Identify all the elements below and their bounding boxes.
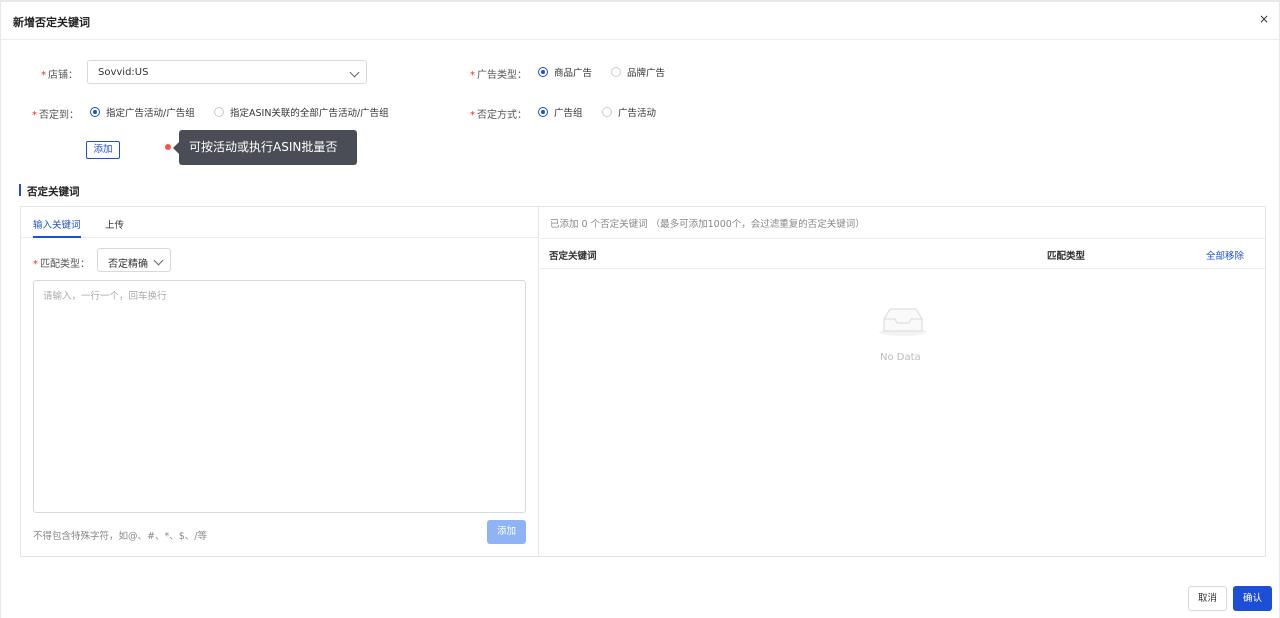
column-header-match-type: 匹配类型	[1047, 251, 1086, 262]
tab-input-keywords[interactable]: 输入关键词	[33, 217, 81, 231]
input-hint: 不得包含特殊字符，如@、#、*、$、/等	[33, 531, 207, 542]
radio-unchecked-icon	[602, 107, 612, 117]
section-title: 否定关键词	[27, 186, 80, 198]
radio-unchecked-icon	[214, 107, 224, 117]
keywords-textarea[interactable]: 请输入，一行一个，回车换行	[33, 280, 526, 513]
notification-dot-icon	[165, 144, 171, 150]
empty-inbox-icon	[879, 308, 927, 336]
input-tabs: 输入关键词 上传	[21, 207, 539, 238]
ad-type-radio-brand[interactable]: 品牌广告	[611, 65, 665, 79]
keyword-panel: 输入关键词 上传 * 匹配类型： 否定精确 请输入，一行一个，回车换行 不得包含特…	[20, 206, 1266, 557]
ad-type-radio-product[interactable]: 商品广告	[538, 65, 592, 79]
match-type-select[interactable]: 否定精确	[97, 248, 171, 272]
negate-to-radio-asin[interactable]: 指定ASIN关联的全部广告活动/广告组	[214, 105, 389, 119]
negate-to-radio-campaign[interactable]: 指定广告活动/广告组	[90, 105, 195, 119]
match-type-value: 否定精确	[108, 259, 148, 270]
empty-state-text: No Data	[880, 352, 921, 363]
add-negative-keyword-dialog: 新增否定关键词 × * 店铺： Sovvid:US * 广告类型： 商品广告 品牌广…	[0, 0, 1280, 618]
close-icon[interactable]: ×	[1259, 12, 1269, 26]
input-panel: 输入关键词 上传 * 匹配类型： 否定精确 请输入，一行一个，回车换行 不得包含特…	[21, 207, 539, 556]
cancel-button[interactable]: 取消	[1188, 586, 1227, 611]
dialog-header: 新增否定关键词 ×	[1, 2, 1279, 40]
negate-to-label: * 否定到：	[32, 110, 79, 121]
negate-method-radio-campaign[interactable]: 广告活动	[602, 105, 656, 119]
table-header: 否定关键词 匹配类型 全部移除	[540, 238, 1265, 269]
match-type-label: * 匹配类型：	[33, 259, 90, 270]
added-count: 已添加 0 个否定关键词 （最多可添加1000个，会过滤重复的否定关键词）	[550, 219, 865, 230]
section-accent-bar	[19, 184, 21, 196]
remove-all-link[interactable]: 全部移除	[1206, 248, 1244, 262]
store-label: * 店铺：	[41, 70, 78, 81]
tab-upload[interactable]: 上传	[105, 217, 124, 231]
store-value: Sovvid:US	[98, 67, 149, 78]
ad-type-label: * 广告类型：	[470, 70, 527, 81]
store-select[interactable]: Sovvid:US	[87, 60, 367, 84]
added-keywords-panel: 已添加 0 个否定关键词 （最多可添加1000个，会过滤重复的否定关键词） 否定…	[540, 207, 1265, 556]
chevron-down-icon	[153, 255, 164, 266]
dialog-title: 新增否定关键词	[13, 16, 90, 29]
tooltip: 可按活动或执行ASIN批量否	[173, 130, 357, 165]
radio-checked-icon	[538, 67, 548, 77]
radio-checked-icon	[538, 107, 548, 117]
radio-checked-icon	[90, 107, 100, 117]
add-target-button[interactable]: 添加	[86, 141, 120, 159]
add-keywords-button[interactable]: 添加	[487, 520, 526, 544]
confirm-button[interactable]: 确认	[1233, 586, 1272, 611]
negate-method-label: * 否定方式：	[470, 110, 527, 121]
chevron-down-icon	[349, 67, 360, 78]
active-tab-indicator	[33, 236, 81, 238]
negate-method-radio-adgroup[interactable]: 广告组	[538, 105, 583, 119]
column-header-keyword: 否定关键词	[549, 251, 597, 262]
radio-unchecked-icon	[611, 67, 621, 77]
